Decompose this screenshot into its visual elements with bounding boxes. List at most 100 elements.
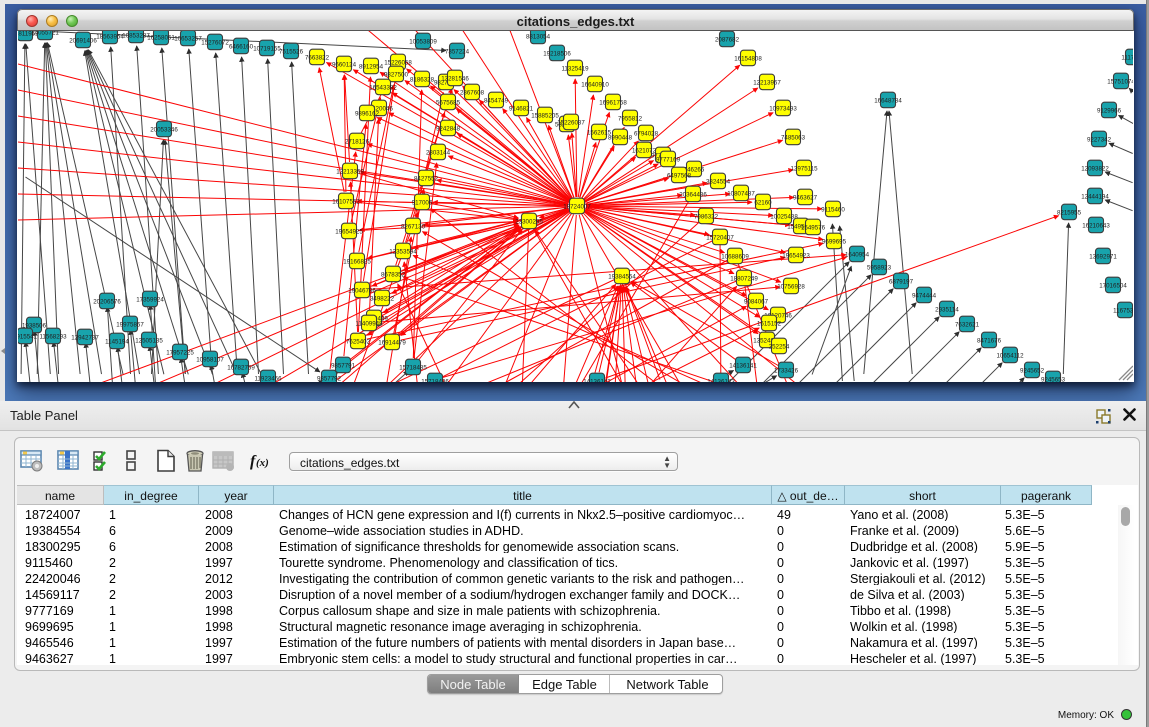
svg-text:10688609: 10688609 xyxy=(721,253,749,260)
svg-text:16961758: 16961758 xyxy=(599,99,627,106)
svg-text:16640910: 16640910 xyxy=(581,81,609,88)
svg-text:5675685: 5675685 xyxy=(436,99,461,106)
svg-text:14136141: 14136141 xyxy=(729,362,757,369)
svg-text:10807487: 10807487 xyxy=(727,190,755,197)
svg-text:7485063: 7485063 xyxy=(781,134,806,141)
svg-text:15226058: 15226058 xyxy=(384,59,412,66)
svg-text:7625402: 7625402 xyxy=(346,338,371,345)
svg-text:10653257: 10653257 xyxy=(174,35,202,42)
svg-text:1167533: 1167533 xyxy=(1113,307,1133,314)
svg-text:15718486: 15718486 xyxy=(421,378,449,382)
svg-text:8471676: 8471676 xyxy=(977,337,1002,344)
svg-text:12505135: 12505135 xyxy=(135,337,163,344)
svg-text:12213967: 12213967 xyxy=(753,79,781,86)
svg-text:10053809: 10053809 xyxy=(409,38,437,45)
svg-text:(x): (x) xyxy=(256,457,269,469)
svg-text:9245653: 9245653 xyxy=(1041,376,1066,382)
svg-text:7663822: 7663822 xyxy=(305,54,330,61)
svg-text:2867608: 2867608 xyxy=(460,89,485,96)
svg-text:16210643: 16210643 xyxy=(1082,222,1110,229)
svg-text:9857792: 9857792 xyxy=(317,375,342,382)
svg-text:5958923: 5958923 xyxy=(867,264,892,271)
svg-text:252254: 252254 xyxy=(769,343,790,350)
svg-text:15885205: 15885205 xyxy=(531,112,559,119)
svg-text:9699695: 9699695 xyxy=(822,238,847,245)
svg-text:1615152: 1615152 xyxy=(757,320,782,327)
svg-text:9245652: 9245652 xyxy=(1020,367,1045,374)
svg-text:9896162: 9896162 xyxy=(355,110,380,117)
svg-text:16154808: 16154808 xyxy=(734,55,762,62)
svg-text:1733426: 1733426 xyxy=(774,367,799,374)
svg-text:8678352: 8678352 xyxy=(381,271,406,278)
svg-text:10853287: 10853287 xyxy=(122,32,150,39)
svg-text:8454749: 8454749 xyxy=(484,97,509,104)
svg-text:1549576: 1549576 xyxy=(801,224,826,231)
svg-text:2935114: 2935114 xyxy=(935,306,959,313)
svg-text:20206576: 20206576 xyxy=(93,298,121,305)
svg-text:23300295: 23300295 xyxy=(515,218,543,225)
svg-text:9146821: 9146821 xyxy=(509,105,534,112)
svg-text:8813054: 8813054 xyxy=(526,33,551,40)
svg-text:10756928: 10756928 xyxy=(777,283,805,290)
svg-text:3498222: 3498222 xyxy=(370,295,395,302)
svg-text:19384554: 19384554 xyxy=(608,273,636,280)
svg-text:2087682: 2087682 xyxy=(715,36,740,43)
svg-text:2803144: 2803144 xyxy=(426,149,451,156)
svg-text:19046786: 19046786 xyxy=(348,287,376,294)
svg-text:19654923: 19654923 xyxy=(782,252,810,259)
svg-text:9242848: 9242848 xyxy=(436,125,461,132)
svg-text:12975115: 12975115 xyxy=(790,165,818,172)
svg-text:15718485: 15718485 xyxy=(399,364,427,371)
svg-text:10958107: 10958107 xyxy=(196,356,224,363)
svg-text:20053346: 20053346 xyxy=(150,126,178,133)
svg-text:6497568: 6497568 xyxy=(667,172,692,179)
svg-text:7955812: 7955812 xyxy=(618,115,643,122)
svg-text:8990448: 8990448 xyxy=(608,134,633,141)
svg-text:7632621: 7632621 xyxy=(955,321,980,328)
svg-text:9857791: 9857791 xyxy=(331,362,356,369)
svg-text:19218506: 19218506 xyxy=(543,50,571,57)
svg-text:9084067: 9084067 xyxy=(744,298,769,305)
svg-text:3824554: 3824554 xyxy=(706,178,731,185)
svg-text:62160: 62160 xyxy=(754,199,772,206)
svg-text:11409948: 11409948 xyxy=(355,320,383,327)
svg-text:9777169: 9777169 xyxy=(656,156,681,163)
svg-text:8912954: 8912954 xyxy=(359,63,384,70)
svg-text:19975867: 19975867 xyxy=(116,321,144,328)
svg-text:18807249: 18807249 xyxy=(730,275,758,282)
svg-text:10654112: 10654112 xyxy=(996,352,1024,359)
svg-text:9463627: 9463627 xyxy=(793,194,818,201)
svg-text:19166825: 19166825 xyxy=(343,258,371,265)
svg-text:12942737: 12942737 xyxy=(71,334,99,341)
svg-text:16648784: 16648784 xyxy=(874,97,902,104)
svg-text:14136142: 14136142 xyxy=(583,378,611,382)
svg-text:9827500: 9827500 xyxy=(384,71,409,78)
svg-text:13692971: 13692971 xyxy=(1089,253,1117,260)
svg-text:7986322: 7986322 xyxy=(694,213,719,220)
svg-text:18563954: 18563954 xyxy=(96,33,124,40)
svg-text:12093822: 12093822 xyxy=(1081,165,1109,172)
svg-text:16543382: 16543382 xyxy=(369,84,397,91)
svg-text:16258061: 16258061 xyxy=(147,34,175,41)
svg-text:16782759: 16782759 xyxy=(227,364,255,371)
svg-text:3915541: 3915541 xyxy=(18,333,38,340)
svg-text:6794028: 6794028 xyxy=(634,130,659,137)
svg-text:15226037: 15226037 xyxy=(557,119,585,126)
svg-text:17359924: 17359924 xyxy=(136,296,164,303)
svg-text:8215955: 8215955 xyxy=(1057,209,1082,216)
svg-text:12213369: 12213369 xyxy=(336,168,364,175)
svg-text:15751074: 15751074 xyxy=(1107,78,1133,85)
svg-text:9227342: 9227342 xyxy=(1087,136,1112,143)
svg-text:6879197: 6879197 xyxy=(889,278,914,285)
svg-text:15276072: 15276072 xyxy=(201,39,229,46)
svg-text:17957225: 17957225 xyxy=(166,349,194,356)
svg-text:9474444: 9474444 xyxy=(912,292,937,299)
svg-text:18724007: 18724007 xyxy=(563,203,591,210)
svg-text:17016504: 17016504 xyxy=(1099,282,1127,289)
svg-text:11568293: 11568293 xyxy=(39,333,67,340)
svg-text:8267130: 8267130 xyxy=(401,223,426,230)
svg-text:19654925: 19654925 xyxy=(335,228,363,235)
svg-text:13281546: 13281546 xyxy=(441,75,469,82)
svg-text:917006: 917006 xyxy=(412,199,433,206)
svg-text:15720407: 15720407 xyxy=(706,234,734,241)
